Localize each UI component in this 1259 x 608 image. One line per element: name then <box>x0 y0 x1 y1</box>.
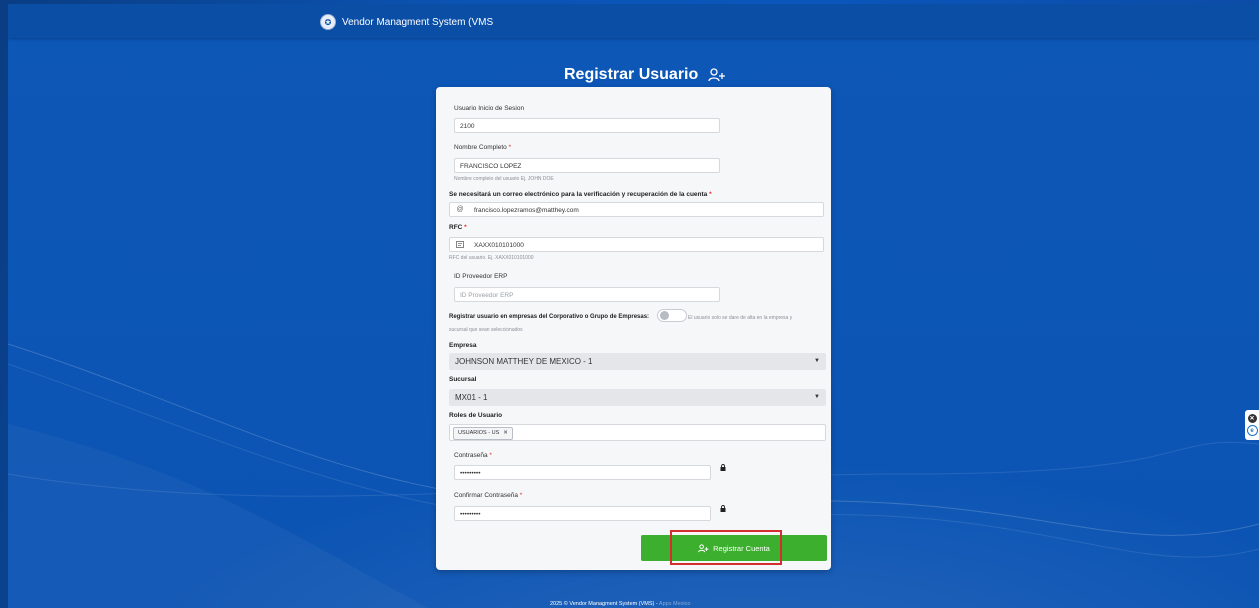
email-label: Se necesitará un correo electrónico para… <box>449 191 712 198</box>
rfc-input[interactable]: XAXX010101000 <box>449 237 824 252</box>
corporate-hint-1: El usuario solo se dare de alta en la em… <box>688 315 793 321</box>
role-tag[interactable]: USUARIOS - US ✕ <box>453 427 513 440</box>
toggle-knob <box>660 311 669 320</box>
corporate-toggle[interactable] <box>657 309 687 322</box>
footer-link[interactable]: Apps Mexico <box>659 601 691 607</box>
roles-multiselect[interactable]: USUARIOS - US ✕ <box>449 424 826 441</box>
remove-tag-icon[interactable]: ✕ <box>503 428 508 439</box>
login-label: Usuario Inicio de Sesion <box>454 105 525 112</box>
empresa-select[interactable]: JOHNSON MATTHEY DE MEXICO - 1 ▼ <box>449 353 826 370</box>
lock-icon <box>720 505 726 512</box>
user-plus-icon <box>708 68 726 82</box>
register-user-card: Usuario Inicio de Sesion 2100 Nombre Com… <box>436 87 831 570</box>
confirm-password-input[interactable]: ••••••••• <box>454 506 711 521</box>
fullname-label: Nombre Completo * <box>454 144 512 151</box>
top-navbar: ✪ Vendor Managment System (VMS <box>8 4 1259 38</box>
erp-input[interactable]: ID Proveedor ERP <box>454 287 720 302</box>
caret-down-icon: ▼ <box>814 394 820 400</box>
fullname-input[interactable]: FRANCISCO LOPEZ <box>454 158 720 173</box>
extension-e-icon[interactable]: e <box>1246 425 1258 436</box>
sucursal-label: Sucursal <box>449 376 477 383</box>
password-label: Contraseña * <box>454 452 492 459</box>
page-title-text: Registrar Usuario <box>564 66 699 83</box>
sucursal-select[interactable]: MX01 - 1 ▼ <box>449 389 826 406</box>
rfc-label: RFC * <box>449 224 467 231</box>
page-title: Registrar Usuario <box>564 66 726 84</box>
email-input[interactable]: @ francisco.lopezramos@matthey.com <box>449 202 824 217</box>
footer: 2025 © Vendor Managment System (VMS) - A… <box>550 601 691 607</box>
roles-label: Roles de Usuario <box>449 412 503 419</box>
caret-down-icon: ▼ <box>814 358 820 364</box>
lock-icon <box>720 464 726 471</box>
empresa-label: Empresa <box>449 342 477 349</box>
brand-logo-icon: ✪ <box>320 14 336 30</box>
at-icon: @ <box>456 206 464 213</box>
close-circle-icon[interactable]: ✕ <box>1247 414 1257 423</box>
app-background: ✪ Vendor Managment System (VMS Registrar… <box>8 4 1259 608</box>
side-extension-widget[interactable]: ✕ e <box>1245 410 1259 440</box>
login-input[interactable]: 2100 <box>454 118 720 133</box>
highlight-box <box>670 530 782 565</box>
fullname-hint: Nombre completo del usuario Ej. JOHN DOE <box>454 176 554 182</box>
erp-label: ID Proveedor ERP <box>454 273 508 280</box>
corporate-hint-2: sucursal que sean seleccionados <box>449 327 523 333</box>
app-title: Vendor Managment System (VMS <box>342 16 494 28</box>
brand[interactable]: ✪ Vendor Managment System (VMS <box>320 14 493 30</box>
rfc-hint: RFC del usuario. Ej. XAXX010101000 <box>449 255 534 261</box>
corporate-label: Registrar usuario en empresas del Corpor… <box>449 314 650 320</box>
password-input[interactable]: ••••••••• <box>454 465 711 480</box>
id-card-icon <box>450 238 470 251</box>
confirm-password-label: Confirmar Contraseña * <box>454 492 523 499</box>
